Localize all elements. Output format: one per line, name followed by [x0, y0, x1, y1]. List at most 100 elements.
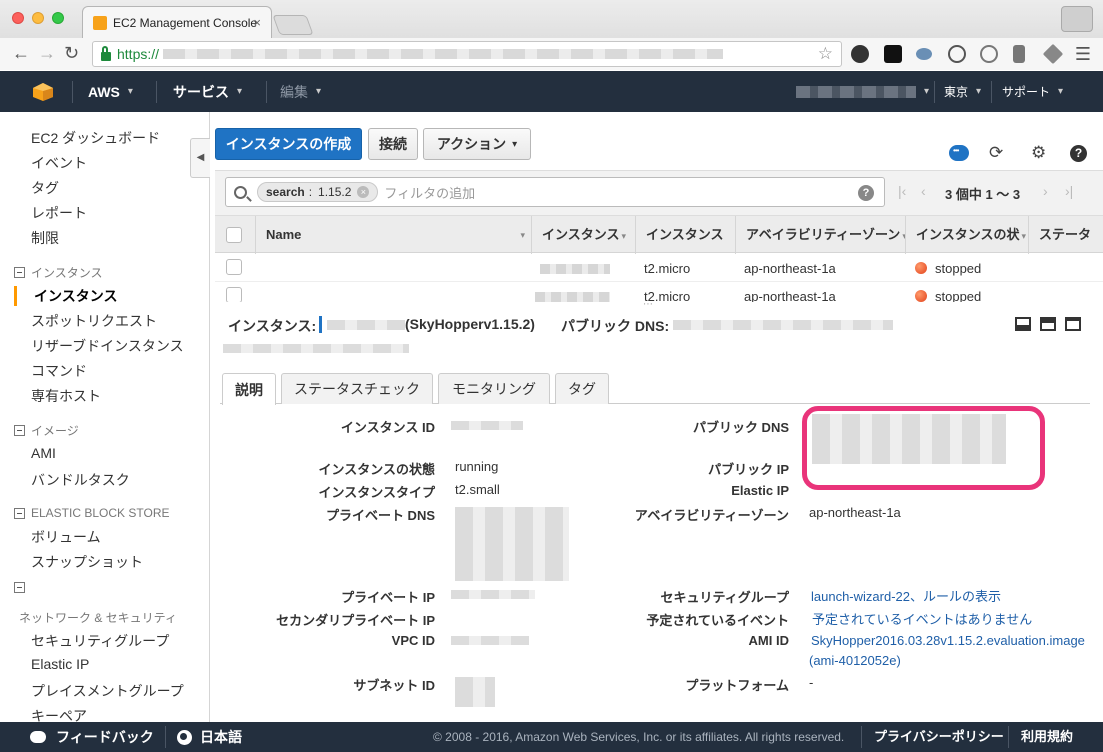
sidebar-item-security-groups[interactable]: セキュリティグループ: [31, 631, 169, 651]
extension-bird-icon[interactable]: [916, 48, 932, 60]
extension-jb-icon[interactable]: [884, 45, 902, 63]
active-indicator: [14, 286, 17, 306]
language-selector[interactable]: 日本語: [177, 722, 242, 752]
privacy-policy-link[interactable]: プライバシーポリシー: [874, 722, 1004, 752]
sidebar-item-dedicated-hosts[interactable]: 専有ホスト: [31, 386, 101, 406]
tab-status-checks[interactable]: ステータスチェック: [281, 373, 433, 404]
refresh-icon[interactable]: ⟳: [989, 143, 1003, 163]
support-menu[interactable]: サポート ▾: [1002, 71, 1063, 112]
extension-spy-icon[interactable]: [851, 45, 869, 63]
sidebar-item-spot-requests[interactable]: スポットリクエスト: [31, 311, 157, 331]
browser-menu-icon[interactable]: ☰: [1075, 44, 1091, 65]
sidebar-item-volumes[interactable]: ボリューム: [31, 527, 101, 547]
connect-button[interactable]: 接続: [368, 128, 418, 160]
next-page-icon[interactable]: ›: [1043, 183, 1048, 199]
sidebar-item-elastic-ip[interactable]: Elastic IP: [31, 656, 89, 672]
bookmark-star-icon[interactable]: ☆: [818, 44, 833, 64]
row-checkbox[interactable]: [226, 259, 242, 275]
close-window-button[interactable]: [12, 12, 24, 24]
column-header-label: ステータ: [1039, 227, 1092, 242]
create-instance-button[interactable]: インスタンスの作成: [215, 128, 362, 160]
private-dns-value-redacted: [455, 507, 569, 581]
address-bar[interactable]: https:// ☆: [92, 41, 842, 67]
first-page-icon[interactable]: |‹: [898, 183, 906, 199]
sidebar-item-tags[interactable]: タグ: [31, 178, 59, 198]
view-rules-link[interactable]: ルールの表示: [923, 589, 1001, 604]
value-ami-id[interactable]: SkyHopper2016.03.28v1.15.2.evaluation.im…: [811, 633, 1085, 648]
value-ami-id-suffix[interactable]: (ami-4012052e): [809, 653, 901, 668]
remove-token-icon[interactable]: ×: [357, 186, 370, 198]
tab-description[interactable]: 説明: [222, 373, 276, 405]
aws-menu[interactable]: AWS ▾: [88, 71, 133, 112]
filter-help-icon[interactable]: ?: [858, 185, 874, 201]
sidebar-item-limits[interactable]: 制限: [31, 228, 59, 248]
tab-close-icon[interactable]: ×: [253, 15, 261, 30]
sidebar-item-ami[interactable]: AMI: [31, 445, 56, 461]
column-header-name[interactable]: Name ▾: [255, 216, 531, 254]
column-header-status[interactable]: ステータ: [1028, 216, 1103, 254]
sidebar-section-network-toggle[interactable]: [14, 582, 31, 593]
layout-split-icon[interactable]: [1040, 317, 1056, 331]
value-scheduled-events[interactable]: 予定されているイベントはありません: [812, 609, 1032, 628]
row-checkbox[interactable]: [226, 287, 242, 302]
sidebar-item-reports[interactable]: レポート: [31, 203, 87, 223]
help-icon[interactable]: ?: [1070, 145, 1087, 162]
minimize-window-button[interactable]: [32, 12, 44, 24]
chevron-down-icon: ▾: [127, 86, 133, 97]
account-menu[interactable]: ▾: [796, 71, 929, 112]
browser-tab[interactable]: EC2 Management Console ×: [82, 6, 272, 38]
column-header-instance-type[interactable]: インスタンス: [635, 216, 735, 254]
column-header-instance-id[interactable]: インスタンス ▾: [531, 216, 635, 254]
sidebar-item-bundle-tasks[interactable]: バンドルタスク: [31, 470, 130, 490]
extension-code-icon[interactable]: [948, 45, 966, 63]
collapse-minus-icon: [14, 267, 25, 278]
feedback-link[interactable]: フィードバック: [30, 722, 154, 752]
reload-icon[interactable]: ↻: [64, 43, 79, 64]
extension-drive-icon[interactable]: [1042, 43, 1064, 65]
sidebar-section-images[interactable]: イメージ: [14, 422, 79, 439]
filter-token[interactable]: search : 1.15.2 ×: [257, 182, 379, 202]
label-instance-type: インスタンスタイプ: [318, 485, 435, 500]
zoom-window-button[interactable]: [52, 12, 64, 24]
table-row[interactable]: t2.micro ap-northeast-1a stopped: [215, 254, 1103, 282]
services-menu[interactable]: サービス ▾: [173, 71, 242, 112]
edit-menu[interactable]: 編集 ▾: [280, 71, 321, 112]
sidebar-item-instances[interactable]: インスタンス: [34, 286, 117, 306]
table-row[interactable]: t2.micro ap-northeast-1a stopped: [215, 282, 1103, 302]
gear-icon[interactable]: ⚙: [1031, 143, 1046, 163]
new-tab-button[interactable]: [272, 15, 314, 35]
sidebar-collapse-button[interactable]: ◀: [190, 138, 210, 178]
prev-page-icon[interactable]: ‹: [921, 183, 926, 199]
sidebar-item-events[interactable]: イベント: [31, 153, 87, 173]
sidebar-section-ebs[interactable]: ELASTIC BLOCK STORE: [14, 506, 170, 520]
back-icon[interactable]: ←: [12, 43, 30, 64]
tab-tags[interactable]: タグ: [555, 373, 609, 404]
sidebar-item-reserved[interactable]: リザーブドインスタンス: [31, 336, 184, 356]
column-header-instance-state[interactable]: インスタンスの状 ▾: [905, 216, 1028, 254]
layout-bottom-icon[interactable]: [1015, 317, 1031, 331]
sidebar-item-dashboard[interactable]: EC2 ダッシュボード: [31, 128, 160, 148]
region-menu[interactable]: 東京 ▾: [944, 71, 981, 112]
filter-search-input[interactable]: search : 1.15.2 × フィルタの追加 ?: [225, 177, 885, 207]
extension-search-icon[interactable]: [980, 45, 998, 63]
last-page-icon[interactable]: ›|: [1065, 183, 1073, 199]
layout-full-icon[interactable]: [1065, 317, 1081, 331]
column-header-availability-zone[interactable]: アベイラビリティーゾーン▾: [735, 216, 905, 254]
feedback-chat-icon[interactable]: [949, 145, 969, 161]
actions-button[interactable]: アクション ▾: [423, 128, 531, 160]
extension-card-icon[interactable]: [1013, 45, 1025, 63]
sidebar-item-key-pairs[interactable]: キーペア: [31, 706, 87, 722]
terms-link[interactable]: 利用規約: [1021, 722, 1073, 752]
sidebar-item-placement-groups[interactable]: プレイスメントグループ: [31, 681, 184, 701]
instance-id-redacted: [540, 264, 610, 274]
sidebar-item-snapshots[interactable]: スナップショット: [31, 552, 143, 572]
select-all-checkbox[interactable]: [226, 227, 242, 243]
aws-cube-icon[interactable]: [32, 82, 54, 102]
feedback-bubble-icon: [30, 731, 46, 743]
forward-icon[interactable]: →: [38, 43, 56, 64]
tab-monitoring[interactable]: モニタリング: [438, 373, 550, 404]
sidebar-item-commands[interactable]: コマンド: [31, 361, 87, 381]
profile-button[interactable]: [1061, 6, 1093, 32]
security-group-link[interactable]: launch-wizard-22: [811, 589, 910, 604]
sidebar-section-instances[interactable]: インスタンス: [14, 264, 103, 281]
